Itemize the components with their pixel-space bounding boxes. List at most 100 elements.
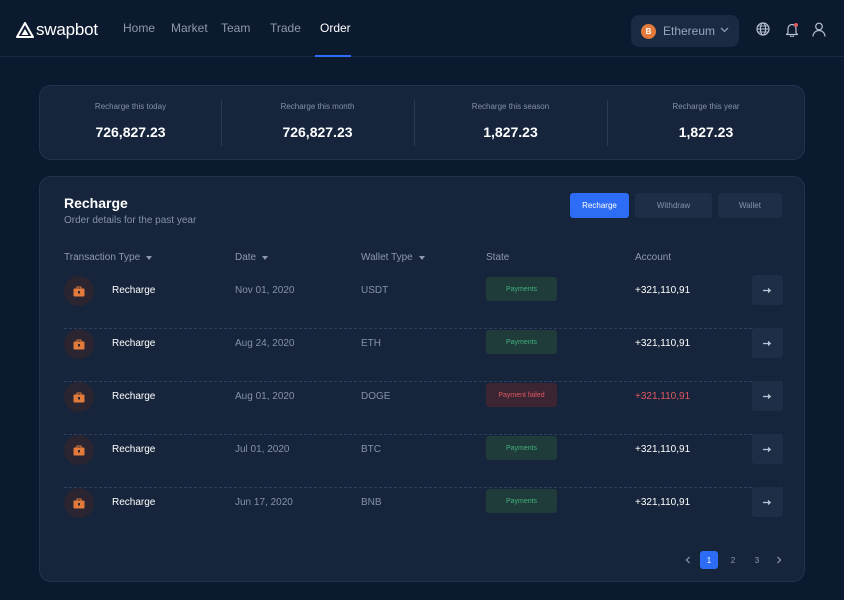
globe-icon[interactable] [756,22,770,36]
table-row: Recharge Aug 01, 2020 DOGE Payment faile… [64,381,783,435]
nav-market[interactable]: Market [171,21,208,35]
tab-withdraw[interactable]: Withdraw [635,193,712,218]
transaction-date: Jul 01, 2020 [235,444,290,455]
recharge-stats-card: Recharge this today 726,827.23 Recharge … [39,85,805,160]
nav-order[interactable]: Order [320,21,351,35]
panel-title: Recharge [64,195,128,211]
stat-value: 726,827.23 [95,124,166,140]
pagination-page-1[interactable]: 1 [700,551,718,569]
column-header-account: Account [635,252,671,263]
swapbot-logo-icon [16,22,34,38]
sort-caret-icon [418,255,425,260]
table-row: Recharge Jun 17, 2020 BNB Payments +321,… [64,487,783,541]
stat-year: Recharge this year 1,827.23 [607,86,805,161]
column-header-date[interactable]: Date [235,252,269,263]
transaction-type: Recharge [112,338,156,349]
status-badge: Payments [486,436,557,460]
pagination-page-2[interactable]: 2 [724,551,742,569]
wallet-bag-icon [64,488,94,518]
column-label: Transaction Type [64,252,141,263]
transaction-date: Jun 17, 2020 [235,497,293,508]
column-label: State [486,252,510,263]
transaction-type: Recharge [112,391,156,402]
bell-icon[interactable] [785,22,799,37]
network-label: Ethereum [663,24,716,38]
table-row: Recharge Nov 01, 2020 USDT Payments +321… [64,275,783,329]
wallet-type: ETH [361,338,381,349]
row-detail-button[interactable] [752,275,783,305]
nav-trade[interactable]: Trade [270,21,301,35]
wallet-bag-icon [64,382,94,412]
brand-logo[interactable]: swapbot [16,20,98,40]
transaction-type: Recharge [112,497,156,508]
sort-caret-icon [262,255,269,260]
nav-home[interactable]: Home [123,21,155,35]
wallet-type: BTC [361,444,381,455]
chevron-right-icon [777,556,782,564]
arrow-right-icon [763,499,772,505]
row-detail-button[interactable] [752,487,783,517]
stat-label: Recharge this year [672,102,740,111]
transaction-type: Recharge [112,285,156,296]
account-amount: +321,110,91 [635,338,691,349]
user-icon[interactable] [812,22,826,37]
stat-today: Recharge this today 726,827.23 [40,86,221,161]
bitcoin-coin-icon: B [641,23,656,39]
arrow-right-icon [763,340,772,346]
column-header-state: State [486,252,509,263]
wallet-type: DOGE [361,391,391,402]
stat-value: 1,827.23 [483,124,538,140]
brand-name: swapbot [36,20,98,39]
transaction-type: Recharge [112,444,156,455]
account-amount: +321,110,91 [635,444,691,455]
active-nav-indicator [315,55,351,57]
account-amount: +321,110,91 [635,285,691,296]
top-navbar: swapbot Home Market Team Trade Order B E… [0,0,844,57]
arrow-right-icon [763,287,772,293]
order-panel: Recharge Order details for the past year… [39,176,805,582]
network-selector[interactable]: B Ethereum [631,15,739,47]
nav-team[interactable]: Team [221,21,250,35]
status-badge: Payments [486,330,557,354]
transaction-date: Aug 24, 2020 [235,338,295,349]
wallet-type: BNB [361,497,382,508]
arrow-right-icon [763,446,772,452]
column-label: Wallet Type [361,252,413,263]
transaction-date: Aug 01, 2020 [235,391,295,402]
pagination-next[interactable] [773,551,785,569]
stat-season: Recharge this season 1,827.23 [414,86,607,161]
column-header-wallet-type[interactable]: Wallet Type [361,252,425,263]
stat-label: Recharge this season [471,102,550,111]
transaction-date: Nov 01, 2020 [235,285,295,296]
tab-recharge[interactable]: Recharge [570,193,629,218]
chevron-left-icon [685,556,690,564]
column-label: Date [235,252,257,263]
wallet-type: USDT [361,285,389,296]
account-amount: +321,110,91 [635,497,691,508]
status-badge: Payments [486,277,557,301]
account-amount: +321,110,91 [635,391,691,402]
table-row: Recharge Aug 24, 2020 ETH Payments +321,… [64,328,783,382]
panel-subtitle: Order details for the past year [64,215,197,226]
stat-value: 1,827.23 [678,124,734,140]
wallet-bag-icon [64,435,94,465]
pagination-page-3[interactable]: 3 [748,551,766,569]
sort-caret-icon [146,255,153,260]
stat-label: Recharge this month [280,102,355,111]
wallet-bag-icon [64,276,94,306]
tab-wallet[interactable]: Wallet [718,193,782,218]
stat-label: Recharge this today [94,102,167,111]
status-badge: Payments [486,489,557,513]
stat-month: Recharge this month 726,827.23 [221,86,414,161]
column-header-transaction-type[interactable]: Transaction Type [64,252,153,263]
arrow-right-icon [763,393,772,399]
pagination-prev[interactable] [682,551,694,569]
stat-value: 726,827.23 [282,124,353,140]
row-detail-button[interactable] [752,328,783,358]
chevron-down-icon [720,27,729,33]
table-row: Recharge Jul 01, 2020 BTC Payments +321,… [64,434,783,488]
wallet-bag-icon [64,329,94,359]
row-detail-button[interactable] [752,381,783,411]
column-label: Account [635,252,672,263]
row-detail-button[interactable] [752,434,783,464]
